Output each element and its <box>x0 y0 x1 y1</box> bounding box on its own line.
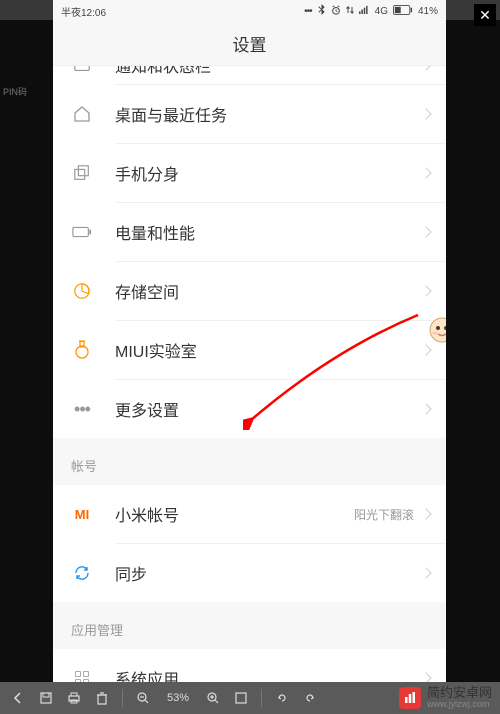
row-label: 桌面与最近任务 <box>115 102 422 126</box>
row-sync[interactable]: 同步 <box>53 544 446 602</box>
watermark: 简约安卓网 www.jylzwj.com <box>399 686 492 710</box>
chevron-right-icon <box>420 108 431 119</box>
close-icon: ✕ <box>479 7 491 24</box>
chevron-right-icon <box>420 508 431 519</box>
network-label: 4G <box>375 6 388 17</box>
home-icon <box>71 103 93 125</box>
status-indicators: ••• 4G 41% <box>304 4 438 18</box>
row-mi-account[interactable]: MI 小米帐号 阳光下翻滚 <box>53 485 446 543</box>
rotate-left-icon[interactable] <box>274 690 290 706</box>
flask-icon <box>71 339 93 361</box>
more-indicator: ••• <box>304 6 312 17</box>
notification-icon <box>71 66 93 76</box>
row-label: 通知和状态栏 <box>115 66 422 77</box>
row-battery-perf[interactable]: 电量和性能 <box>53 203 446 261</box>
chevron-right-icon <box>420 672 431 682</box>
mi-logo-icon: MI <box>71 503 93 525</box>
section-app-management: 应用管理 <box>53 602 446 649</box>
row-value: 阳光下翻滚 <box>354 506 414 523</box>
signal-icon <box>359 5 370 17</box>
page-header: 设置 <box>53 22 446 66</box>
row-label: 电量和性能 <box>115 220 422 244</box>
watermark-title: 简约安卓网 <box>427 686 492 700</box>
row-desktop-recent[interactable]: 桌面与最近任务 <box>53 85 446 143</box>
row-storage[interactable]: 存储空间 <box>53 262 446 320</box>
data-icon <box>346 5 354 18</box>
zoom-out-icon[interactable] <box>135 690 151 706</box>
row-label: 手机分身 <box>115 161 422 185</box>
battery-icon <box>393 5 413 18</box>
apps-grid-icon <box>71 667 93 682</box>
chevron-right-icon <box>420 66 431 71</box>
alarm-icon <box>331 5 341 18</box>
print-icon[interactable] <box>66 690 82 706</box>
row-label: 更多设置 <box>115 397 422 421</box>
row-label: 同步 <box>115 561 422 585</box>
row-notifications[interactable]: 通知和状态栏 <box>53 66 446 84</box>
zoom-in-icon[interactable] <box>205 690 221 706</box>
chevron-right-icon <box>420 167 431 178</box>
chevron-right-icon <box>420 226 431 237</box>
sync-icon <box>71 562 93 584</box>
row-label: 存储空间 <box>115 279 422 303</box>
chevron-right-icon <box>420 567 431 578</box>
row-label: MIUI实验室 <box>115 338 422 362</box>
row-miui-lab[interactable]: MIUI实验室 <box>53 321 446 379</box>
back-icon[interactable] <box>10 690 26 706</box>
rotate-right-icon[interactable] <box>302 690 318 706</box>
row-second-space[interactable]: 手机分身 <box>53 144 446 202</box>
left-thumbnail-label: PIN码 <box>3 85 27 98</box>
copy-icon <box>71 162 93 184</box>
chevron-right-icon <box>420 285 431 296</box>
battery-perf-icon <box>71 221 93 243</box>
watermark-url: www.jylzwj.com <box>427 700 492 710</box>
watermark-icon <box>399 687 421 709</box>
battery-label: 41% <box>418 6 438 17</box>
settings-list[interactable]: 通知和状态栏 桌面与最近任务 手机分身 电量和性能 <box>53 66 446 682</box>
section-account: 帐号 <box>53 438 446 485</box>
save-icon[interactable] <box>38 690 54 706</box>
storage-icon <box>71 280 93 302</box>
close-button[interactable]: ✕ <box>474 4 496 26</box>
fit-icon[interactable] <box>233 690 249 706</box>
more-icon: ••• <box>71 398 93 420</box>
status-bar: 半夜12:06 ••• 4G 41% <box>53 0 446 22</box>
zoom-percentage[interactable]: 53% <box>163 692 193 704</box>
status-time: 半夜12:06 <box>61 4 106 19</box>
row-more-settings[interactable]: ••• 更多设置 <box>53 380 446 438</box>
row-system-apps[interactable]: 系统应用 <box>53 649 446 682</box>
row-label: 小米帐号 <box>115 502 354 526</box>
phone-screenshot: 半夜12:06 ••• 4G 41% 设置 <box>53 0 446 682</box>
page-title: 设置 <box>233 31 267 56</box>
row-label: 系统应用 <box>115 666 422 682</box>
delete-icon[interactable] <box>94 690 110 706</box>
chevron-right-icon <box>420 403 431 414</box>
bluetooth-icon <box>317 4 326 18</box>
mascot-sticker <box>426 316 446 350</box>
